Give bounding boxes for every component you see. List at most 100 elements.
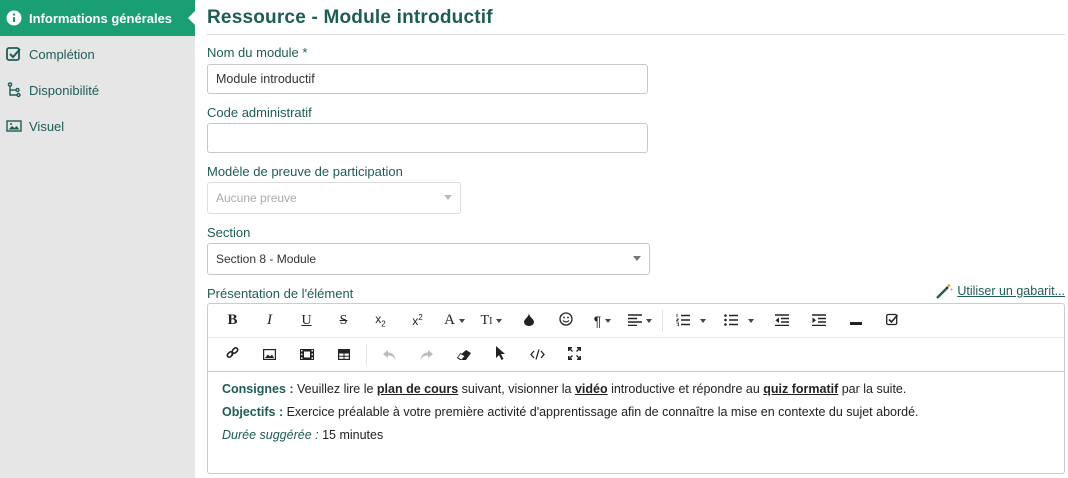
image-icon xyxy=(263,347,277,363)
instructions-text: Veuillez lire le xyxy=(293,382,377,396)
code-icon xyxy=(530,347,545,363)
page-title: Ressource - Module introductif xyxy=(207,7,493,28)
insert-image-button[interactable] xyxy=(251,342,288,368)
smiley-icon xyxy=(558,312,573,329)
magic-wand-icon xyxy=(935,283,953,299)
horizontal-line-icon xyxy=(849,313,862,329)
proof-model-value: Aucune preuve xyxy=(216,191,297,205)
editor-toolbar-row-2 xyxy=(208,338,1064,372)
objectives-key: Objectifs : xyxy=(222,405,284,419)
objectives-text: Exercice préalable à votre première acti… xyxy=(283,405,919,419)
duration-text: 15 minutes xyxy=(318,428,384,442)
main-content: Ressource - Module introductif Nom du mo… xyxy=(207,0,1065,478)
info-icon xyxy=(5,9,23,27)
editor-toolbar-row-1: B I U S x2 x2 A TI ¶ xyxy=(208,304,1064,338)
image-icon xyxy=(5,117,23,135)
subscript-button[interactable]: x2 xyxy=(362,308,399,334)
unordered-list-button[interactable] xyxy=(715,308,763,334)
chevron-down-icon xyxy=(444,195,452,200)
checklist-icon xyxy=(886,313,899,329)
branch-icon xyxy=(5,81,23,99)
duration-key: Durée suggérée : xyxy=(222,428,319,442)
underline-button[interactable]: U xyxy=(288,308,325,334)
sidebar-item-completion[interactable]: Complétion xyxy=(0,36,195,72)
video-link[interactable]: vidéo xyxy=(575,382,608,396)
use-template-label: Utiliser un gabarit... xyxy=(957,284,1065,298)
outdent-button[interactable] xyxy=(763,308,800,334)
proof-model-label: Modèle de preuve de participation xyxy=(207,164,403,179)
instructions-paragraph: Consignes : Veuillez lire le plan de cou… xyxy=(222,382,1050,397)
toolbar-separator xyxy=(662,309,663,332)
indent-button[interactable] xyxy=(800,308,837,334)
film-icon xyxy=(299,347,314,363)
checkbox-icon xyxy=(5,45,23,63)
quiz-link[interactable]: quiz formatif xyxy=(763,382,838,396)
section-label: Section xyxy=(207,225,251,240)
redo-button[interactable] xyxy=(408,342,445,368)
horizontal-line-button[interactable] xyxy=(837,308,874,334)
title-divider xyxy=(207,34,1065,35)
instructions-text: introductive et répondre au xyxy=(607,382,764,396)
objectives-paragraph: Objectifs : Exercice préalable à votre p… xyxy=(222,405,1050,420)
ordered-list-button[interactable] xyxy=(667,308,715,334)
chevron-down-icon xyxy=(633,256,641,261)
fullscreen-button[interactable] xyxy=(556,342,593,368)
sidebar-item-visuel[interactable]: Visuel xyxy=(0,108,195,144)
eraser-icon xyxy=(456,347,471,363)
bold-button[interactable]: B xyxy=(214,308,251,334)
sidebar: Informations générales Complétion Dispon… xyxy=(0,0,196,478)
editor-content[interactable]: Consignes : Veuillez lire le plan de cou… xyxy=(208,372,1064,461)
cursor-icon xyxy=(495,346,506,363)
proof-model-select[interactable]: Aucune preuve xyxy=(207,182,461,214)
font-family-button[interactable]: A xyxy=(436,308,473,334)
instructions-text: suivant, visionner la xyxy=(458,382,575,396)
font-size-button[interactable]: TI xyxy=(473,308,510,334)
unordered-list-icon xyxy=(724,313,738,329)
use-template-link[interactable]: Utiliser un gabarit... xyxy=(935,283,1065,299)
undo-icon xyxy=(383,347,396,363)
duration-paragraph: Durée suggérée : 15 minutes xyxy=(222,428,1050,443)
select-all-button[interactable] xyxy=(482,342,519,368)
toolbar-separator xyxy=(366,343,367,366)
module-name-input[interactable]: Module introductif xyxy=(207,64,648,94)
checklist-button[interactable] xyxy=(874,308,911,334)
emoticons-button[interactable] xyxy=(547,308,584,334)
admin-code-input[interactable] xyxy=(207,123,648,153)
admin-code-label: Code administratif xyxy=(207,105,312,120)
sidebar-item-label: Visuel xyxy=(29,118,65,134)
strikethrough-button[interactable]: S xyxy=(325,308,362,334)
droplet-icon xyxy=(523,312,534,329)
course-plan-link[interactable]: plan de cours xyxy=(377,382,458,396)
insert-video-button[interactable] xyxy=(288,342,325,368)
module-name-value: Module introductif xyxy=(216,72,315,86)
section-value: Section 8 - Module xyxy=(216,252,317,266)
rich-text-editor[interactable]: B I U S x2 x2 A TI ¶ Consignes: Veuille… xyxy=(207,303,1065,474)
link-icon xyxy=(226,346,239,363)
instructions-text: par la suite. xyxy=(838,382,907,396)
indent-icon xyxy=(811,313,826,329)
sidebar-item-label: Disponibilité xyxy=(29,82,100,98)
sidebar-item-disponibilite[interactable]: Disponibilité xyxy=(0,72,195,108)
instructions-key: Consignes : xyxy=(222,382,294,396)
text-color-button[interactable] xyxy=(510,308,547,334)
undo-button[interactable] xyxy=(371,342,408,368)
outdent-icon xyxy=(774,313,789,329)
fullscreen-icon xyxy=(567,346,582,363)
paragraph-format-button[interactable]: ¶ xyxy=(584,308,621,334)
redo-icon xyxy=(420,347,433,363)
section-select[interactable]: Section 8 - Module xyxy=(207,243,650,275)
insert-link-button[interactable] xyxy=(214,342,251,368)
align-button[interactable] xyxy=(621,308,658,334)
code-view-button[interactable] xyxy=(519,342,556,368)
align-left-icon xyxy=(627,313,642,329)
sidebar-item-label: Informations générales xyxy=(29,10,173,26)
sidebar-item-informations-generales[interactable]: Informations générales xyxy=(0,0,196,36)
module-name-label: Nom du module * xyxy=(207,45,308,60)
clear-formatting-button[interactable] xyxy=(445,342,482,368)
superscript-button[interactable]: x2 xyxy=(399,308,436,334)
sidebar-item-label: Complétion xyxy=(29,46,95,62)
table-icon xyxy=(337,347,350,363)
insert-table-button[interactable] xyxy=(325,342,362,368)
italic-button[interactable]: I xyxy=(251,308,288,334)
ordered-list-icon xyxy=(675,313,690,329)
